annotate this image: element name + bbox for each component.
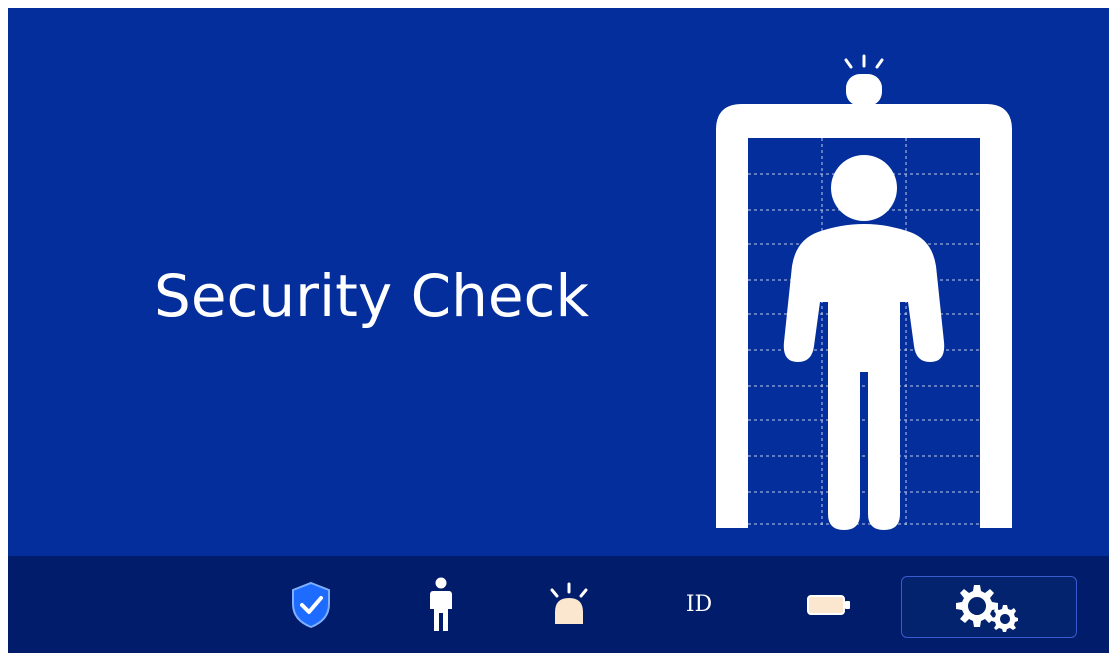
person-icon[interactable] — [396, 556, 486, 653]
beacon-light-icon — [844, 54, 884, 106]
person-silhouette — [783, 155, 945, 530]
alarm-light-icon[interactable] — [524, 556, 614, 653]
security-check-screen: Security Check ID — [8, 8, 1109, 653]
page-title: Security Check — [154, 262, 590, 330]
settings-button[interactable] — [901, 576, 1077, 638]
settings-gears-icon — [956, 585, 1018, 632]
shield-check-icon[interactable] — [266, 556, 356, 653]
bottom-toolbar: ID — [8, 556, 1109, 653]
battery-icon[interactable] — [784, 556, 874, 653]
metal-detector-gate-illustration — [716, 54, 1012, 530]
id-card-button[interactable]: ID — [654, 556, 744, 653]
id-label: ID — [685, 592, 713, 617]
